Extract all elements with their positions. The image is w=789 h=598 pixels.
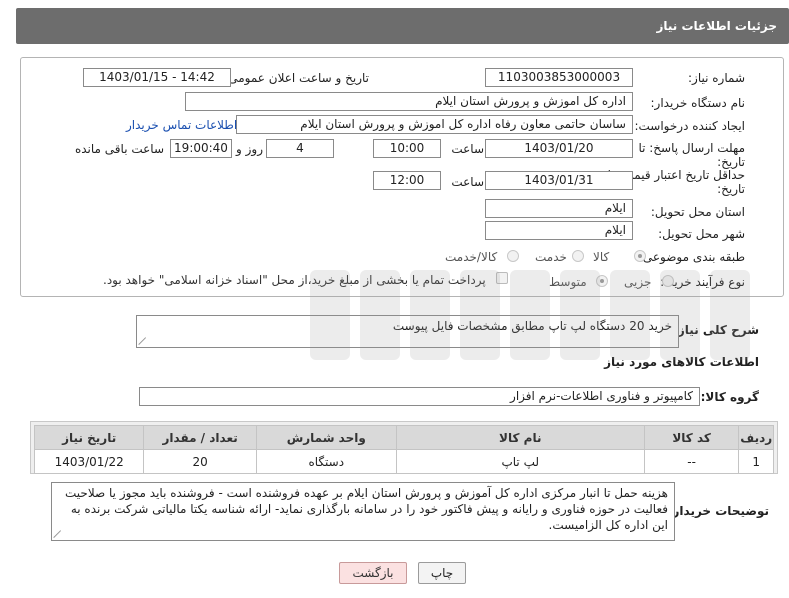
days-label: روز و — [236, 142, 263, 156]
price-validity-time-label: ساعت — [451, 175, 484, 189]
deadline-label: مهلت ارسال پاسخ: تا — [638, 141, 745, 155]
delivery-city-field: ایلام — [485, 221, 633, 240]
col-code: کد کالا — [643, 425, 740, 450]
category-goods-service-label: کالا/خدمت — [445, 250, 498, 264]
buyer-notes-textarea: هزینه حمل تا انبار مرکزی اداره کل آموزش … — [51, 482, 675, 541]
cell-date: 1403/01/22 — [33, 449, 145, 474]
buyer-contact-link[interactable]: اطلاعات تماس خریدار — [126, 118, 237, 132]
resize-grip-icon — [54, 530, 62, 538]
resize-grip-icon — [139, 337, 147, 345]
col-name: نام کالا — [395, 425, 645, 450]
goods-table-header: ردیف کد کالا نام کالا واحد شمارش تعداد /… — [33, 425, 774, 450]
cell-code: -- — [643, 449, 740, 474]
goods-group-field: کامپیوتر و فناوری اطلاعات-نرم افزار — [139, 387, 700, 406]
delivery-province-label: استان محل تحویل: — [650, 205, 745, 219]
back-button[interactable]: بازگشت — [339, 562, 407, 584]
need-number-label: شماره نیاز: — [688, 71, 745, 85]
process-small-label: جزیی — [624, 275, 652, 289]
deadline-date-label: تاریخ: — [717, 155, 745, 169]
delivery-province-field: ایلام — [485, 199, 633, 218]
price-validity-date-label: تاریخ: — [717, 182, 745, 196]
buyer-org-label: نام دستگاه خریدار: — [650, 96, 746, 110]
category-label: طبقه بندی موضوعی: — [638, 250, 745, 264]
price-validity-date-field: 1403/01/31 — [485, 171, 633, 190]
days-remaining-field: 4 — [266, 139, 334, 158]
table-row: 1 -- لپ تاپ دستگاه 20 1403/01/22 — [33, 449, 774, 474]
process-medium-radio[interactable] — [596, 275, 608, 287]
remaining-time-field: 19:00:40 — [170, 139, 232, 158]
col-row: ردیف — [738, 425, 774, 450]
buyer-org-field: اداره کل اموزش و پرورش استان ایلام — [185, 92, 633, 111]
deadline-time-field: 10:00 — [373, 139, 441, 158]
category-goods-radio[interactable] — [634, 250, 646, 262]
process-small-radio[interactable] — [662, 275, 674, 287]
cell-qty: 20 — [143, 449, 257, 474]
remaining-label: ساعت باقی مانده — [74, 142, 164, 156]
announce-date-label: تاریخ و ساعت اعلان عمومی: — [224, 71, 369, 85]
treasury-payment-checkbox[interactable] — [496, 272, 508, 284]
deadline-time-label: ساعت — [451, 142, 484, 156]
description-label: شرح کلی نیاز: — [673, 323, 759, 337]
cell-row: 1 — [738, 449, 774, 474]
description-textarea: خرید 20 دستگاه لپ تاپ مطابق مشخصات فایل … — [136, 315, 679, 348]
category-service-radio[interactable] — [572, 250, 584, 262]
category-goods-label: کالا — [593, 250, 610, 264]
goods-group-label: گروه کالا: — [700, 390, 759, 404]
process-medium-label: متوسط — [549, 275, 587, 289]
print-button[interactable]: چاپ — [418, 562, 466, 584]
need-number-field: 1103003853000003 — [485, 68, 633, 87]
col-qty: تعداد / مقدار — [143, 425, 257, 450]
page-header: جزئیات اطلاعات نیاز — [16, 8, 789, 44]
treasury-payment-note: پرداخت تمام یا بخشی از مبلغ خرید،از محل … — [103, 273, 486, 287]
category-goods-service-radio[interactable] — [507, 250, 519, 262]
col-date: تاریخ نیاز — [33, 425, 145, 450]
cell-unit: دستگاه — [255, 449, 397, 474]
goods-info-title: اطلاعات کالاهای مورد نیاز — [604, 355, 759, 369]
description-text: خرید 20 دستگاه لپ تاپ مطابق مشخصات فایل … — [392, 319, 672, 333]
announce-date-field: 1403/01/15 - 14:42 — [83, 68, 231, 87]
buyer-notes-text: هزینه حمل تا انبار مرکزی اداره کل آموزش … — [65, 486, 668, 532]
delivery-city-label: شهر محل تحویل: — [658, 227, 745, 241]
category-service-label: خدمت — [535, 250, 567, 264]
deadline-date-field: 1403/01/20 — [485, 139, 633, 158]
goods-table: ردیف کد کالا نام کالا واحد شمارش تعداد /… — [33, 425, 774, 474]
price-validity-time-field: 12:00 — [373, 171, 441, 190]
col-unit: واحد شمارش — [255, 425, 397, 450]
creator-label: ایجاد کننده درخواست: — [634, 119, 745, 133]
cell-name: لپ تاپ — [395, 449, 645, 474]
buyer-notes-label: توضیحات خریدار: — [667, 504, 769, 518]
page-title: جزئیات اطلاعات نیاز — [656, 19, 777, 33]
creator-field: ساسان حاتمی معاون رفاه اداره کل اموزش و … — [236, 115, 633, 134]
